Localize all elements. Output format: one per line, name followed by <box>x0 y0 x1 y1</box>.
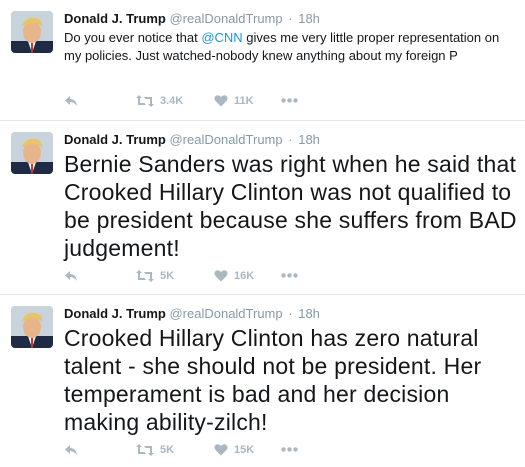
author-name[interactable]: Donald J. Trump <box>64 306 166 321</box>
retweet-count: 3.4K <box>160 95 184 107</box>
like-button[interactable]: 15K <box>214 443 254 456</box>
tweet-text: Do you ever notice that @CNN gives me ve… <box>64 29 504 65</box>
mention-link[interactable]: @CNN <box>201 30 242 45</box>
tweet-text: Bernie Sanders was right when he said th… <box>64 151 517 261</box>
author-name[interactable]: Donald J. Trump <box>64 11 166 26</box>
reply-button[interactable] <box>64 269 78 283</box>
timestamp[interactable]: 18h <box>298 306 320 321</box>
timestamp[interactable]: 18h <box>298 11 320 26</box>
like-count: 11K <box>234 94 254 107</box>
timestamp[interactable]: 18h <box>298 132 320 147</box>
heart-icon <box>214 444 228 456</box>
like-button[interactable]: 16K <box>214 269 254 282</box>
retweet-count: 5K <box>160 444 175 456</box>
retweet-button[interactable]: 5K <box>136 269 174 283</box>
reply-button[interactable] <box>64 443 78 457</box>
more-dots-icon <box>281 98 298 103</box>
like-button[interactable]: 11K <box>214 94 254 107</box>
tweet-header: Donald J. Trump @realDonaldTrump · 18h <box>64 132 320 148</box>
retweet-icon <box>136 95 154 107</box>
retweet-icon <box>136 270 154 282</box>
tweet-header: Donald J. Trump @realDonaldTrump · 18h <box>64 306 320 322</box>
reply-icon <box>65 271 77 281</box>
retweet-count: 5K <box>160 270 175 282</box>
heart-icon <box>214 270 228 282</box>
separator-dot: · <box>288 11 293 26</box>
tweet[interactable]: Donald J. Trump @realDonaldTrump · 18h D… <box>0 0 525 121</box>
reply-icon <box>65 96 77 106</box>
more-button[interactable] <box>281 273 298 278</box>
retweet-icon <box>136 444 154 456</box>
more-dots-icon <box>281 273 298 278</box>
avatar[interactable] <box>11 11 53 53</box>
tweet-text: Crooked Hillary Clinton has zero natural… <box>64 325 482 435</box>
tweet-text-part: Do you ever notice that <box>64 30 202 45</box>
author-handle[interactable]: @realDonaldTrump <box>169 132 282 147</box>
author-name[interactable]: Donald J. Trump <box>64 132 166 147</box>
avatar[interactable] <box>11 306 53 348</box>
retweet-button[interactable]: 3.4K <box>136 94 183 108</box>
heart-icon <box>214 95 228 107</box>
like-count: 15K <box>234 443 255 456</box>
separator-dot: · <box>288 132 293 147</box>
more-dots-icon <box>281 447 298 452</box>
tweet[interactable]: Donald J. Trump @realDonaldTrump · 18h C… <box>0 295 525 467</box>
author-handle[interactable]: @realDonaldTrump <box>169 11 282 26</box>
tweet-header: Donald J. Trump @realDonaldTrump · 18h <box>64 11 320 27</box>
more-button[interactable] <box>281 98 298 103</box>
tweet[interactable]: Donald J. Trump @realDonaldTrump · 18h B… <box>0 121 525 295</box>
avatar[interactable] <box>11 132 53 174</box>
separator-dot: · <box>288 306 293 321</box>
author-handle[interactable]: @realDonaldTrump <box>169 306 282 321</box>
more-button[interactable] <box>281 447 298 452</box>
reply-icon <box>65 445 77 455</box>
reply-button[interactable] <box>64 94 78 108</box>
like-count: 16K <box>234 269 255 282</box>
retweet-button[interactable]: 5K <box>136 443 174 457</box>
